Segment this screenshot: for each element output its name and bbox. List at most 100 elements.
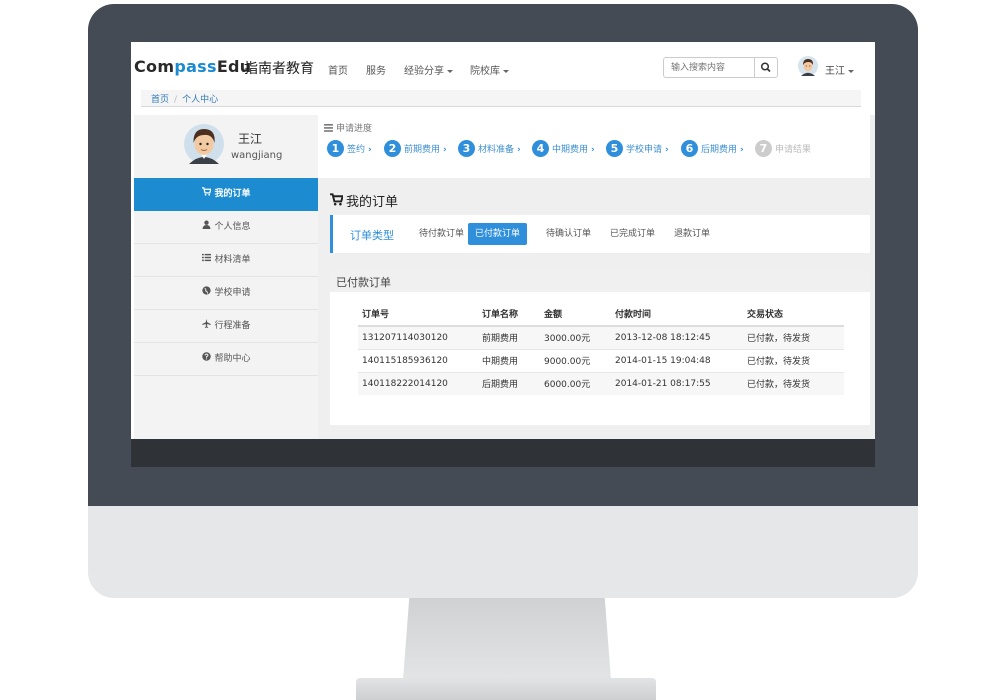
application-progress-panel: 申请进度 1 签约 › 2 前期费用 › 3 材料准备 › 4 中期费用 › 5 学校申请 › 6后… (318, 115, 870, 178)
main-content: 申请进度 1 签约 › 2 前期费用 › 3 材料准备 › 4 中期费用 › 5 学校申请 › 6后… (318, 115, 875, 439)
orders-table: 订单号 订单名称 金额 付款时间 交易状态 131207114030120 前期… (358, 302, 844, 395)
search-button[interactable] (754, 57, 778, 78)
help-icon (201, 343, 211, 376)
step-label: 学校申请 (626, 145, 663, 155)
sidebar: 王江 wangjiang 我的订单 个人信息 材料清单 学校申请 行程准备 帮助… (134, 115, 318, 439)
monitor-stand-neck (403, 598, 611, 680)
column-header-amount: 金额 (540, 302, 611, 327)
order-type-label: 订单类型 (350, 229, 394, 242)
tab-completed[interactable]: 已完成订单 (603, 223, 662, 245)
sidebar-item-help[interactable]: 帮助中心 (134, 343, 318, 376)
user-name-label: 王江 (825, 66, 845, 77)
breadcrumb: 首页 / 个人中心 (141, 90, 861, 107)
payment-time-cell: 2014-01-21 08:17:55 (611, 371, 743, 395)
tab-pending-payment[interactable]: 待付款订单 (412, 223, 471, 245)
sidebar-item-travel[interactable]: 行程准备 (134, 310, 318, 343)
profile-card: 王江 wangjiang (134, 115, 318, 178)
amount-cell: 6000.00元 (540, 371, 611, 395)
screen: CompassEdu 指南者教育 首页 服务 经验分享 院校库 王江 首页 / 个人… (131, 42, 875, 467)
nav-experience-label: 经验分享 (404, 66, 444, 77)
column-header-order-id: 订单号 (358, 302, 478, 327)
sidebar-item-school-application[interactable]: 学校申请 (134, 277, 318, 310)
progress-step-4[interactable]: 4 中期费用 › (532, 140, 595, 158)
sidebar-item-label: 个人信息 (214, 222, 251, 232)
cart-icon (330, 193, 343, 206)
tab-refund[interactable]: 退款订单 (667, 223, 717, 245)
progress-title-text: 申请进度 (336, 124, 373, 134)
chevron-right-icon: › (740, 145, 744, 155)
step-label: 前期费用 (404, 145, 441, 155)
breadcrumb-home[interactable]: 首页 (151, 95, 169, 105)
paid-orders-panel: 已付款订单 订单号 订单名称 金额 付款时间 交易状态 131207114030… (330, 270, 870, 425)
order-name-cell: 前期费用 (478, 325, 540, 349)
nav-schools-dropdown[interactable]: 院校库 (470, 62, 509, 77)
list-icon (201, 244, 211, 277)
avatar (184, 124, 224, 164)
progress-step-3[interactable]: 3 材料准备 › (458, 140, 521, 158)
amount-cell: 9000.00元 (540, 348, 611, 372)
table-row: 140118222014120 后期费用 6000.00元 2014-01-21… (358, 371, 844, 395)
progress-step-1[interactable]: 1 签约 › (327, 140, 372, 158)
nav-experience-dropdown[interactable]: 经验分享 (404, 62, 453, 77)
nav-home-label: 首页 (328, 66, 348, 77)
chevron-right-icon: › (443, 145, 447, 155)
user-menu-dropdown[interactable]: 王江 (825, 62, 854, 77)
sidebar-item-profile[interactable]: 个人信息 (134, 211, 318, 244)
step-number: 2 (384, 140, 401, 157)
globe-icon (201, 277, 211, 310)
step-number: 4 (532, 140, 549, 157)
sidebar-item-orders[interactable]: 我的订单 (134, 178, 318, 211)
step-number: 7 (755, 140, 772, 157)
step-number: 5 (606, 140, 623, 157)
step-label: 中期费用 (552, 145, 589, 155)
progress-step-6[interactable]: 6 后期费用 › (681, 140, 744, 158)
status-cell: 已付款，待发货 (743, 325, 844, 349)
nav-home[interactable]: 首页 (328, 62, 348, 77)
monitor-stand-base (356, 678, 656, 700)
list-icon (324, 124, 333, 132)
progress-title: 申请进度 (324, 121, 372, 134)
sidebar-item-label: 学校申请 (214, 288, 251, 298)
search-input[interactable] (663, 57, 755, 78)
chevron-right-icon: › (665, 145, 669, 155)
chevron-right-icon: › (517, 145, 521, 155)
plane-icon (201, 310, 211, 343)
order-name-cell: 后期费用 (478, 371, 540, 395)
payment-time-cell: 2013-12-08 18:12:45 (611, 325, 743, 349)
profile-display-name: 王江 (238, 132, 263, 146)
amount-cell: 3000.00元 (540, 325, 611, 349)
brand-logo[interactable]: CompassEdu (134, 57, 252, 76)
nav-services[interactable]: 服务 (366, 62, 386, 77)
sidebar-item-materials[interactable]: 材料清单 (134, 244, 318, 277)
table-row: 140115185936120 中期费用 9000.00元 2014-01-15… (358, 348, 844, 372)
breadcrumb-current: 个人中心 (182, 95, 219, 105)
nav-services-label: 服务 (366, 66, 386, 77)
column-header-order-name: 订单名称 (478, 302, 540, 327)
top-navbar: CompassEdu 指南者教育 首页 服务 经验分享 院校库 王江 (131, 42, 875, 90)
chevron-down-icon (848, 69, 854, 73)
order-type-tabs: 订单类型 待付款订单 已付款订单 待确认订单 已完成订单 退款订单 (330, 215, 870, 253)
brand-text-1: Com (134, 57, 175, 76)
chevron-down-icon (447, 69, 453, 73)
payment-time-cell: 2014-01-15 19:04:48 (611, 348, 743, 372)
status-cell: 已付款，待发货 (743, 348, 844, 372)
order-id-cell: 140118222014120 (358, 371, 478, 395)
step-label: 申请结果 (775, 145, 812, 155)
page-title: 我的订单 (346, 195, 399, 210)
profile-username: wangjiang (231, 150, 283, 161)
chevron-down-icon (503, 69, 509, 73)
page-footer (131, 439, 875, 467)
tab-pending-confirmation[interactable]: 待确认订单 (539, 223, 598, 245)
avatar[interactable] (798, 56, 818, 76)
order-name-cell: 中期费用 (478, 348, 540, 372)
progress-step-5[interactable]: 5 学校申请 › (606, 140, 669, 158)
step-label: 材料准备 (478, 145, 515, 155)
progress-step-2[interactable]: 2 前期费用 › (384, 140, 447, 158)
column-header-payment-time: 付款时间 (611, 302, 743, 327)
sidebar-item-label: 帮助中心 (214, 354, 251, 364)
monitor-chin (88, 506, 918, 598)
step-number: 3 (458, 140, 475, 157)
tab-paid[interactable]: 已付款订单 (468, 223, 528, 245)
sidebar-item-label: 材料清单 (214, 255, 251, 265)
sidebar-item-label: 我的订单 (214, 189, 251, 199)
